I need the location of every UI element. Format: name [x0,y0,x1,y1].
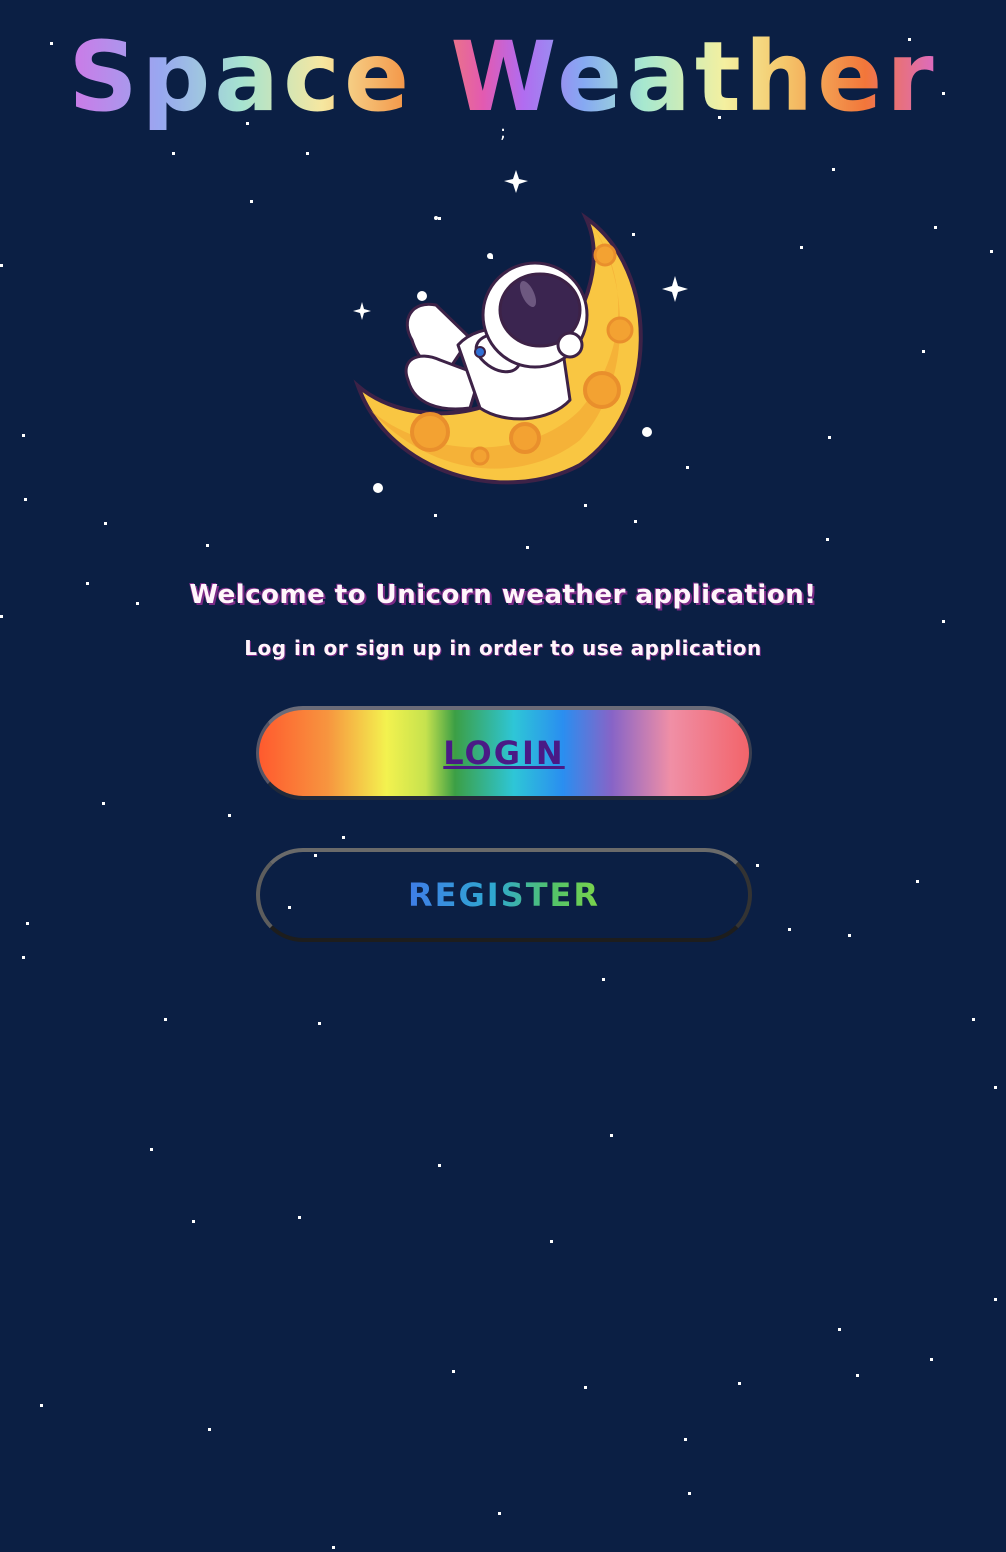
star-dot [584,1386,587,1389]
star-dot [228,814,231,817]
star-dot [838,1328,841,1331]
star-dot [26,922,29,925]
star-dot [788,928,791,931]
welcome-page: Space Weather ; Welcome to Unicorn weath… [0,0,1006,1552]
star-dot [332,1546,335,1549]
welcome-heading: Welcome to Unicorn weather application! [189,580,817,610]
star-dot [342,836,345,839]
register-button-label: REGISTER [407,876,601,914]
star-dot [0,264,3,267]
astronaut-icon [404,261,589,421]
star-dot [972,1018,975,1021]
app-title: Space Weather [0,22,1006,132]
login-button-label: LOGIN [443,734,565,772]
star-dot [610,1134,613,1137]
star-dot [164,1018,167,1021]
star-dot [306,152,309,155]
star-dot [994,1298,997,1301]
star-dot [526,546,529,549]
star-dot [738,1382,741,1385]
star-dot [828,436,831,439]
star-dot [826,538,829,541]
star-dot [856,1374,859,1377]
star-dot [150,1148,153,1151]
star-dot [800,246,803,249]
star-dot [990,250,993,253]
star-dot [102,802,105,805]
star-dot [942,620,945,623]
star-dot [22,434,25,437]
star-dot [930,1358,933,1361]
title-stray-mark: ; [500,122,507,143]
star-dot [688,1492,691,1495]
register-button[interactable]: REGISTER [256,848,752,942]
star-dot [916,880,919,883]
star-dot [550,1240,553,1243]
star-dot [206,544,209,547]
star-dot [498,1512,501,1515]
welcome-subheading: Log in or sign up in order to use applic… [244,636,762,660]
star-dot [438,1164,441,1167]
star-dot [832,168,835,171]
star-dot [22,956,25,959]
star-dot [848,934,851,937]
star-dot [756,864,759,867]
star-dot [250,200,253,203]
star-dot [318,1022,321,1025]
star-dot [104,522,107,525]
star-dot [24,498,27,501]
star-dot [684,1438,687,1441]
star-dot [994,1086,997,1089]
star-dot [0,615,3,618]
star-dot [192,1220,195,1223]
astronaut-on-moon-illustration [353,170,688,493]
star-dot [602,978,605,981]
star-dot [172,152,175,155]
star-dot [298,1216,301,1219]
login-button[interactable]: LOGIN [256,706,752,800]
star-dot [452,1370,455,1373]
star-dot [40,1404,43,1407]
star-dot [208,1428,211,1431]
star-dot [934,226,937,229]
star-dot [922,350,925,353]
